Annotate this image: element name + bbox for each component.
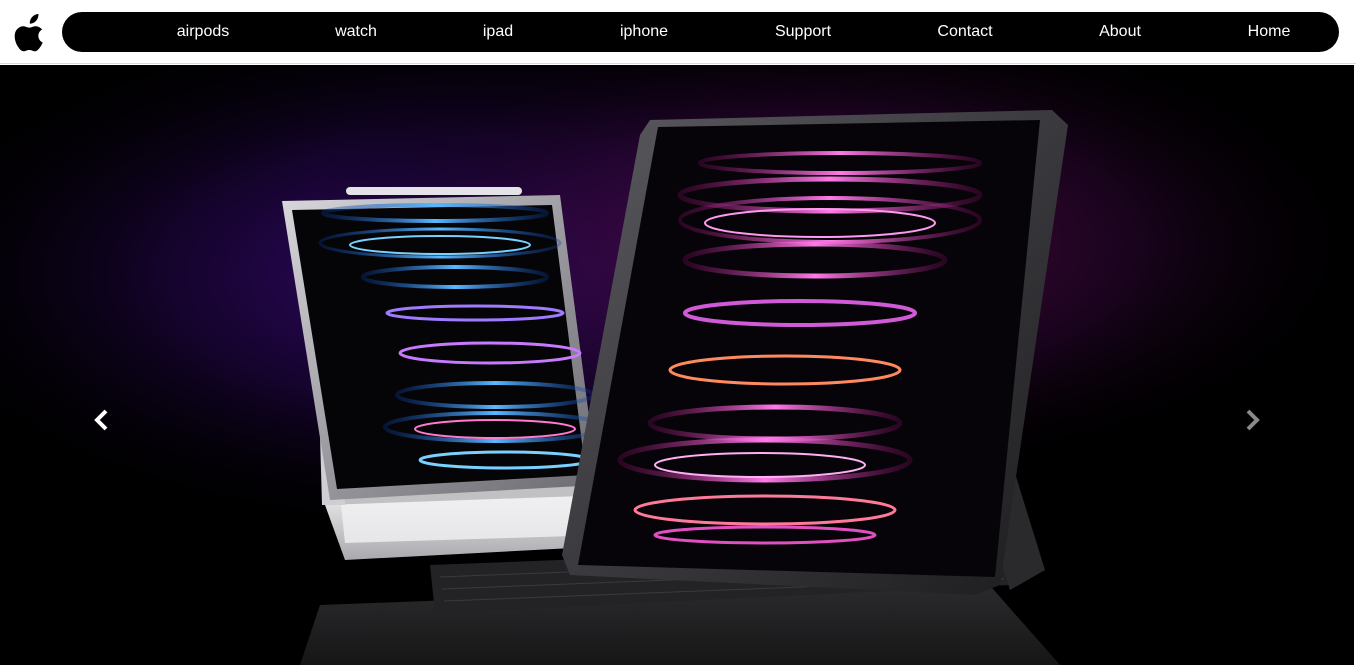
carousel-prev-button[interactable] (87, 405, 117, 435)
nav-link-watch[interactable]: watch (335, 12, 377, 52)
ipad-pro-keyboard-image (0, 65, 1354, 665)
apple-logo-icon[interactable] (14, 12, 48, 52)
nav-link-ipad[interactable]: ipad (483, 12, 513, 52)
carousel-next-button[interactable] (1237, 405, 1267, 435)
chevron-left-icon (94, 409, 108, 431)
nav-link-support[interactable]: Support (775, 12, 831, 52)
top-navigation-bar: airpods watch ipad iphone Support Contac… (0, 0, 1356, 64)
chevron-right-icon (1246, 409, 1260, 431)
nav-link-about[interactable]: About (1099, 12, 1141, 52)
nav-link-airpods[interactable]: airpods (177, 12, 229, 52)
nav-menu: airpods watch ipad iphone Support Contac… (62, 12, 1339, 52)
hero-carousel (0, 65, 1354, 665)
nav-link-home[interactable]: Home (1248, 12, 1291, 52)
nav-link-contact[interactable]: Contact (937, 12, 992, 52)
nav-link-iphone[interactable]: iphone (620, 12, 668, 52)
